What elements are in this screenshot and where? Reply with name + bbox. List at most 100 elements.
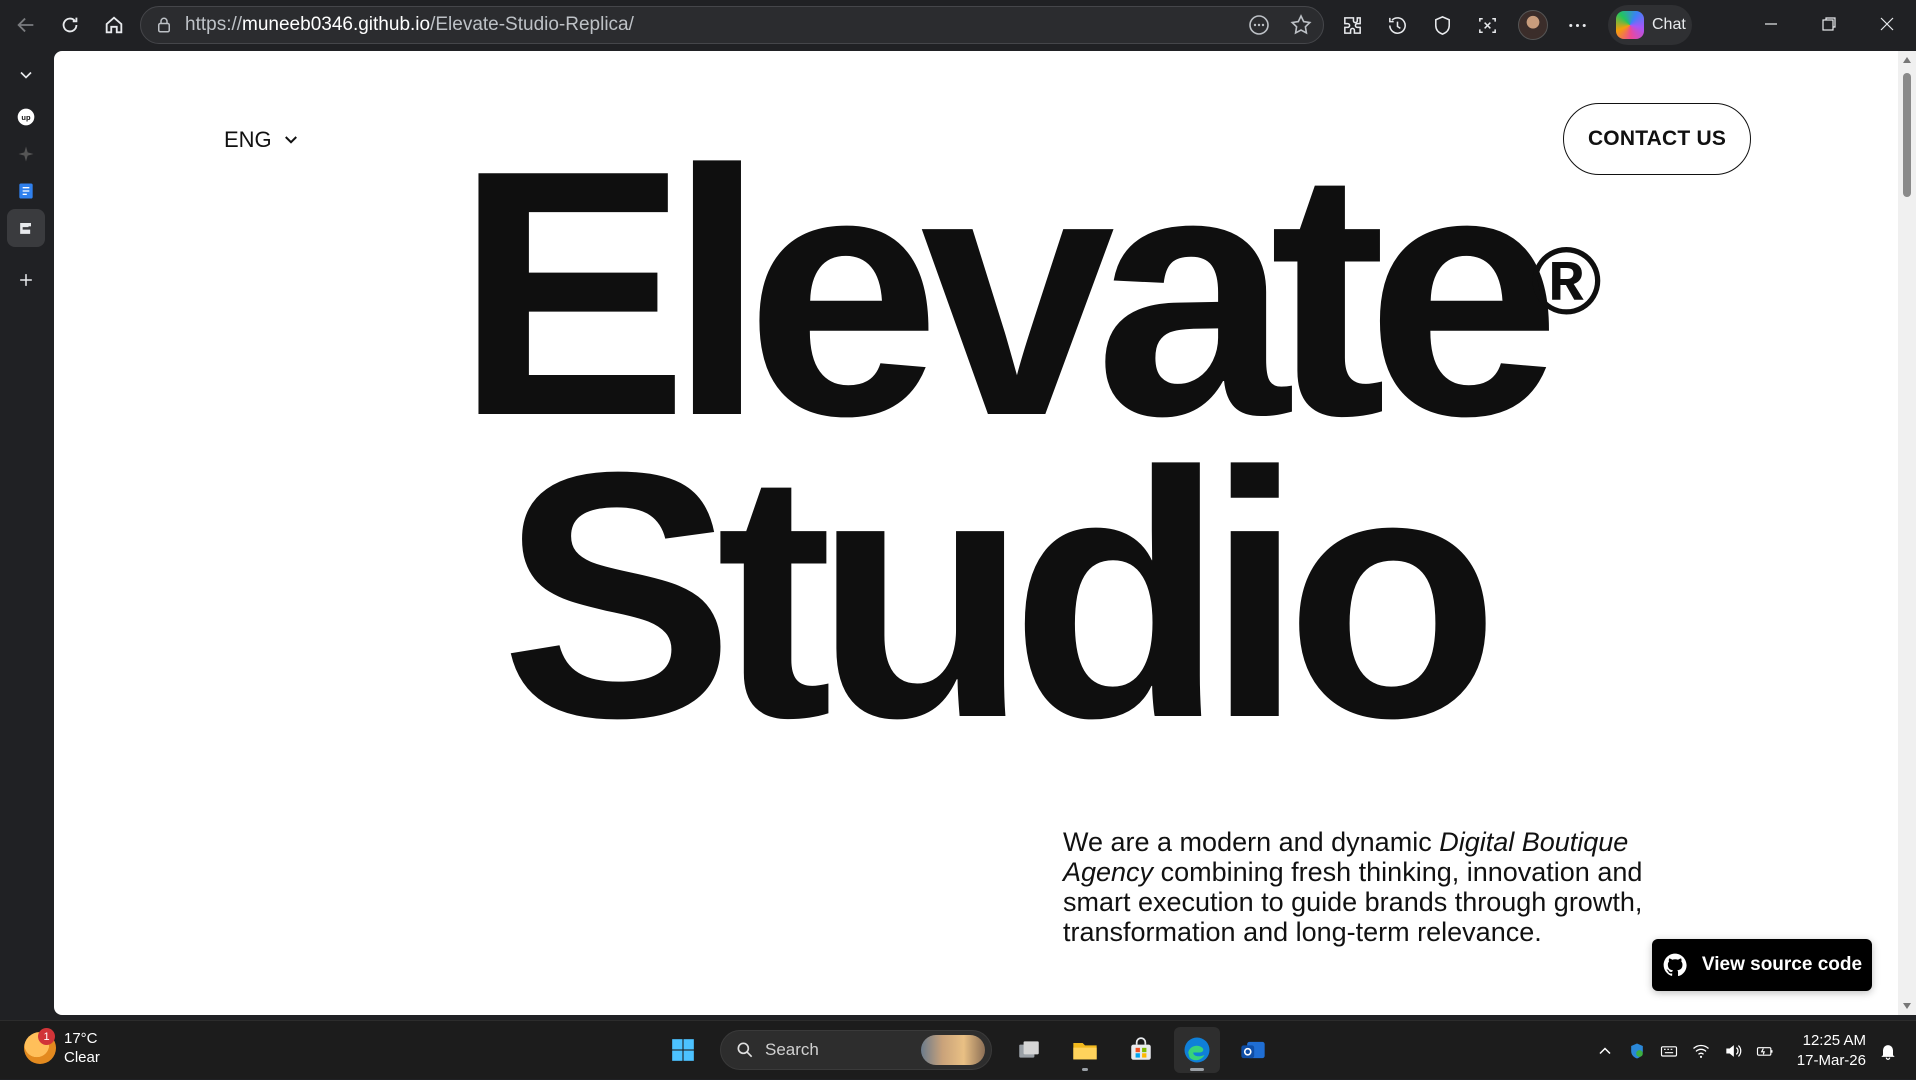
weather-sun-icon: 1	[24, 1028, 56, 1064]
folder-icon	[1073, 1043, 1097, 1060]
outlook-icon	[1241, 1041, 1265, 1059]
file-explorer-button[interactable]	[1062, 1027, 1108, 1073]
chevron-down-icon	[284, 136, 297, 144]
notification-bell-icon[interactable]	[1878, 1041, 1898, 1061]
browser-sidebar: up	[0, 50, 52, 1020]
windows-logo-icon	[672, 1039, 694, 1061]
restore-icon	[1822, 17, 1836, 31]
toolbar-icons	[1330, 5, 1600, 45]
minimize-button[interactable]	[1742, 0, 1800, 48]
clock-time: 12:25 AM	[1802, 1031, 1866, 1049]
sidebar-add-button[interactable]	[7, 261, 45, 299]
home-icon	[105, 16, 123, 34]
sparkle-icon	[18, 146, 34, 162]
store-button[interactable]	[1118, 1027, 1164, 1073]
sidebar-collapse-button[interactable]	[7, 56, 45, 94]
view-source-code-button[interactable]: View source code	[1652, 939, 1872, 991]
close-icon	[1880, 17, 1894, 31]
github-icon	[1663, 953, 1687, 977]
avatar	[1517, 10, 1548, 40]
source-button-label: View source code	[1701, 954, 1863, 975]
copilot-chat-button[interactable]: Chat	[1608, 5, 1692, 45]
url-path: /Elevate-Studio-Replica/	[430, 14, 634, 35]
history-button[interactable]	[1375, 5, 1420, 45]
browser-toolbar: https://muneeb0346.github.io/Elevate-Stu…	[0, 0, 1916, 50]
battery-icon[interactable]	[1755, 1041, 1775, 1061]
weather-badge: 1	[38, 1028, 55, 1045]
more-menu-button[interactable]	[1555, 5, 1600, 45]
sidebar-item-copilot[interactable]	[7, 135, 45, 173]
weather-condition: Clear	[64, 1049, 100, 1066]
close-button[interactable]	[1858, 0, 1916, 48]
upwork-icon: up	[17, 108, 35, 126]
taskbar-apps: Search	[660, 1027, 1276, 1073]
wifi-icon[interactable]	[1691, 1041, 1711, 1061]
contact-us-button[interactable]: CONTACT US	[1563, 103, 1751, 175]
screenshot-button[interactable]	[1465, 5, 1510, 45]
page-scrollbar[interactable]	[1898, 51, 1916, 1015]
tagline-start: We are a modern and dynamic	[1063, 827, 1440, 857]
hero-title-line-2: Studio	[500, 400, 1500, 791]
search-highlight-image	[921, 1035, 985, 1065]
store-bag-icon	[1131, 1037, 1151, 1060]
window-controls	[1742, 0, 1916, 48]
more-dots-icon	[1569, 23, 1586, 27]
outlook-button[interactable]	[1230, 1027, 1276, 1073]
chat-label: Chat	[1652, 16, 1686, 33]
clock[interactable]: 12:25 AM 17-Mar-26	[1797, 1031, 1866, 1071]
system-tray: 12:25 AM 17-Mar-26	[1595, 1021, 1898, 1080]
home-button[interactable]	[92, 3, 136, 47]
registered-mark: ®	[1531, 228, 1602, 335]
puzzle-icon	[1344, 16, 1361, 34]
refresh-icon	[62, 17, 78, 33]
scroll-up-arrow[interactable]	[1903, 57, 1911, 63]
edge-icon	[1184, 1037, 1210, 1063]
minimize-icon	[1765, 23, 1777, 25]
weather-widget[interactable]: 1 17°C Clear	[24, 1028, 100, 1067]
browser-essentials-button[interactable]	[1420, 5, 1465, 45]
volume-icon[interactable]	[1723, 1041, 1743, 1061]
read-aloud-icon[interactable]	[1247, 13, 1271, 37]
taskbar-search[interactable]: Search	[720, 1030, 992, 1070]
language-label: ENG	[224, 127, 272, 152]
url-prefix: https://	[185, 14, 243, 35]
edge-browser-button[interactable]	[1174, 1027, 1220, 1073]
task-view-icon	[1019, 1041, 1039, 1058]
extensions-button[interactable]	[1330, 5, 1375, 45]
keyboard-icon[interactable]	[1659, 1041, 1679, 1061]
plus-icon	[20, 274, 32, 286]
address-bar[interactable]: https://muneeb0346.github.io/Elevate-Stu…	[140, 6, 1324, 44]
url-host: muneeb0346.github.io	[242, 14, 431, 35]
sidebar-item-docs[interactable]	[7, 172, 45, 210]
clock-date: 17-Mar-26	[1796, 1051, 1866, 1069]
reload-button[interactable]	[48, 3, 92, 47]
page-viewport: Elevate ® Studio ENG CONTACT US We are a…	[54, 51, 1898, 1015]
scroll-down-arrow[interactable]	[1903, 1003, 1911, 1009]
scroll-thumb[interactable]	[1903, 73, 1911, 197]
sidebar-item-upwork[interactable]: up	[7, 98, 45, 136]
taskbar: 1 17°C Clear Search 12:25 AM 17-Mar-26	[0, 1020, 1916, 1079]
back-button[interactable]	[4, 3, 48, 47]
screenshot-icon	[1479, 17, 1496, 33]
lock-icon	[158, 17, 170, 33]
search-icon	[737, 1042, 753, 1058]
restore-button[interactable]	[1800, 0, 1858, 48]
chevron-up-icon[interactable]	[1595, 1041, 1615, 1061]
copilot-icon	[1616, 11, 1644, 39]
shield-icon	[1435, 15, 1450, 35]
arrow-left-icon	[17, 17, 34, 33]
task-view-button[interactable]	[1006, 1027, 1052, 1073]
temperature: 17°C	[64, 1030, 98, 1047]
svg-text:up: up	[21, 113, 31, 122]
document-icon	[19, 183, 33, 199]
agency-description: We are a modern and dynamic Digital Bout…	[1063, 827, 1643, 947]
favorite-star-icon[interactable]	[1289, 13, 1313, 37]
language-selector[interactable]: ENG	[224, 127, 300, 153]
history-icon	[1389, 16, 1406, 34]
security-shield-icon[interactable]	[1627, 1041, 1647, 1061]
start-button[interactable]	[660, 1027, 706, 1073]
search-placeholder: Search	[765, 1040, 819, 1059]
chevron-down-icon	[20, 71, 32, 79]
profile-button[interactable]	[1510, 5, 1555, 45]
weather-text: 17°C Clear	[64, 1029, 100, 1067]
